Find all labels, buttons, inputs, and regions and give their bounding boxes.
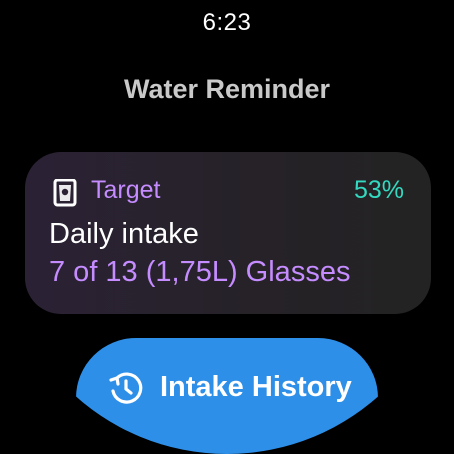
page-title: Water Reminder	[123, 74, 331, 104]
target-label: Target	[91, 176, 161, 204]
history-icon	[107, 369, 145, 407]
target-card[interactable]: Target 53% Daily intake 7 of 13 (1,75L) …	[25, 152, 431, 314]
intake-history-button[interactable]: Intake History	[76, 338, 378, 454]
status-time: 6:23	[202, 9, 252, 36]
target-percent: 53%	[353, 176, 404, 204]
glass-icon	[53, 178, 77, 207]
daily-intake-value: 7 of 13 (1,75L) Glasses	[49, 256, 351, 288]
daily-intake-label: Daily intake	[49, 218, 199, 250]
intake-history-label: Intake History	[160, 371, 352, 403]
watch-screen: 6:23 Water Reminder Target 53% Daily int…	[0, 0, 454, 454]
